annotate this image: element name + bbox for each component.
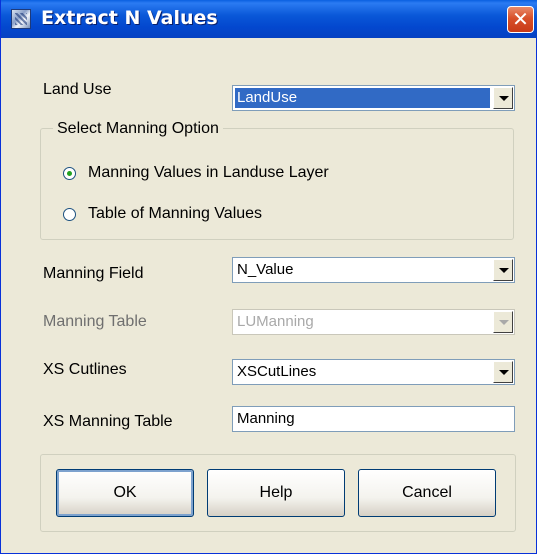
xs-cutlines-value: XSCutLines bbox=[237, 363, 317, 380]
land-use-label: Land Use bbox=[43, 81, 112, 98]
radio-table-of-manning[interactable] bbox=[63, 208, 76, 221]
ok-button[interactable]: OK bbox=[56, 469, 194, 517]
close-button[interactable]: ✕ bbox=[507, 6, 534, 33]
title-bar[interactable]: Extract N Values ✕ bbox=[1, 0, 537, 38]
manning-option-group bbox=[40, 128, 514, 240]
manning-option-group-title: Select Manning Option bbox=[53, 120, 223, 138]
radio-manning-values-landuse-label[interactable]: Manning Values in Landuse Layer bbox=[88, 164, 329, 182]
window-title: Extract N Values bbox=[41, 7, 218, 29]
xs-manning-table-label: XS Manning Table bbox=[43, 413, 173, 430]
xs-manning-table-value: Manning bbox=[237, 410, 295, 427]
manning-field-dropdown[interactable]: N_Value bbox=[232, 257, 515, 283]
land-use-dropdown[interactable]: LandUse bbox=[232, 85, 515, 111]
app-icon bbox=[11, 9, 31, 29]
xs-manning-table-input[interactable]: Manning bbox=[232, 406, 515, 432]
chevron-down-icon[interactable] bbox=[493, 87, 513, 109]
xs-cutlines-dropdown[interactable]: XSCutLines bbox=[232, 359, 515, 385]
land-use-value: LandUse bbox=[235, 88, 490, 108]
chevron-down-icon bbox=[493, 311, 513, 333]
help-button[interactable]: Help bbox=[207, 469, 345, 517]
dialog-window: Extract N Values ✕ Land Use LandUse Sele… bbox=[0, 0, 537, 554]
manning-field-value: N_Value bbox=[237, 261, 294, 278]
radio-table-of-manning-label[interactable]: Table of Manning Values bbox=[88, 205, 262, 223]
manning-field-label: Manning Field bbox=[43, 265, 144, 282]
manning-table-value: LUManning bbox=[237, 313, 314, 330]
chevron-down-icon[interactable] bbox=[493, 361, 513, 383]
xs-cutlines-label: XS Cutlines bbox=[43, 361, 127, 378]
cancel-button[interactable]: Cancel bbox=[358, 469, 496, 517]
radio-manning-values-landuse[interactable] bbox=[63, 167, 76, 180]
chevron-down-icon[interactable] bbox=[493, 259, 513, 281]
manning-table-dropdown: LUManning bbox=[232, 309, 515, 335]
manning-table-label: Manning Table bbox=[43, 313, 147, 330]
